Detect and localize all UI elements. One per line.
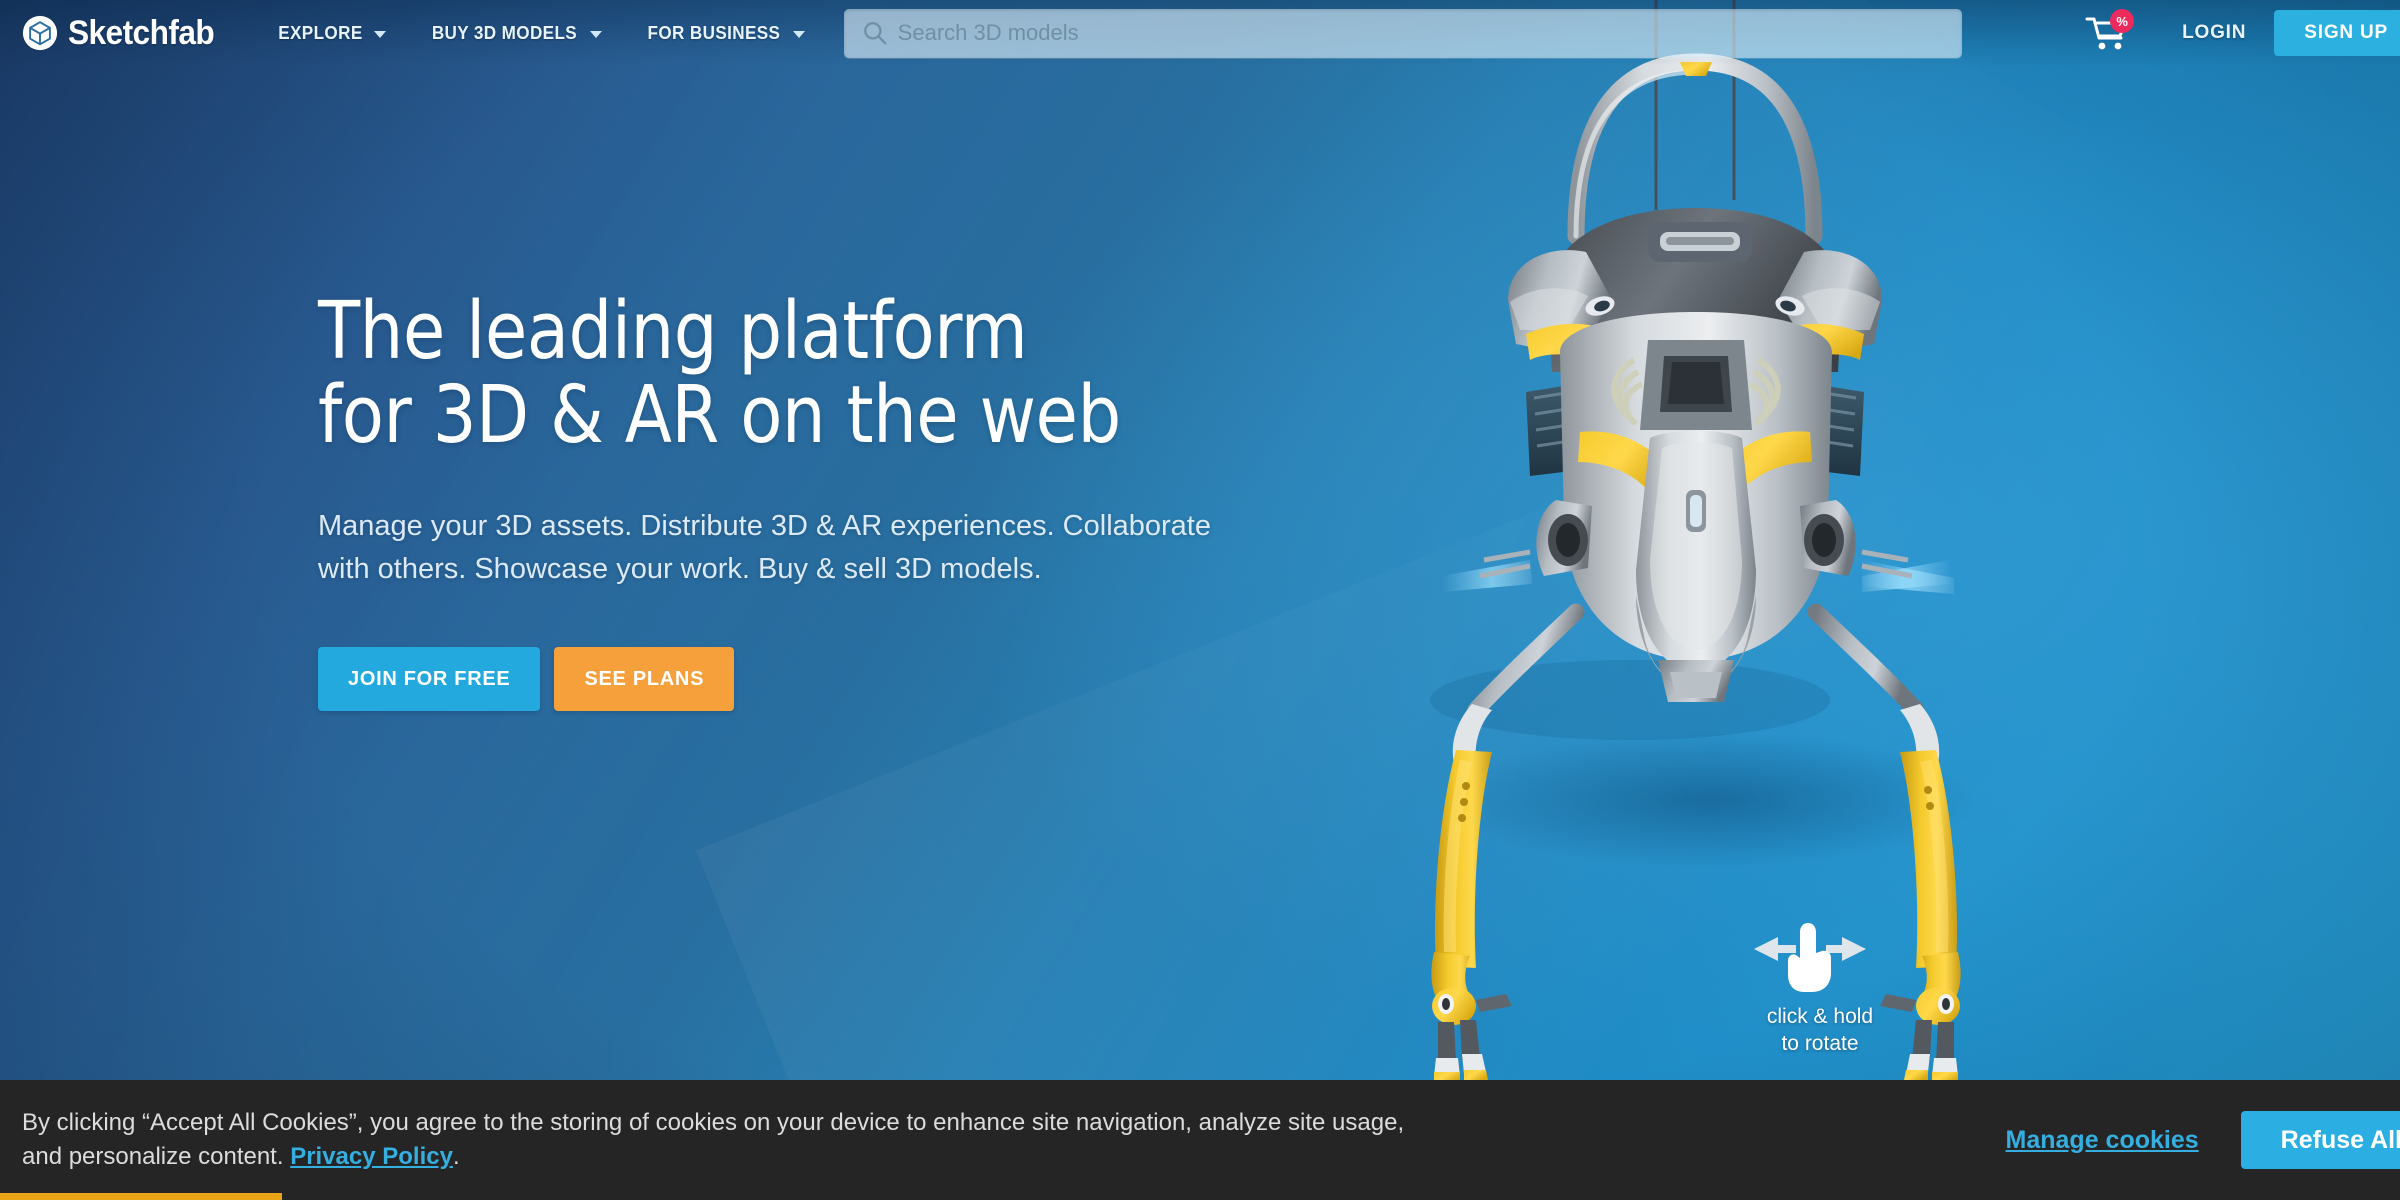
main-navigation: EXPLORE BUY 3D MODELS FOR BUSINESS: [255, 0, 826, 66]
cookie-banner-actions: Manage cookies Refuse All: [2006, 1111, 2400, 1169]
search-container: [843, 8, 1962, 58]
brand-wordmark: Sketchfab: [68, 14, 215, 52]
see-plans-button[interactable]: SEE PLANS: [554, 647, 735, 712]
logo-home-link[interactable]: Sketchfab: [22, 15, 225, 51]
page-title: The leading platform for 3D & AR on the …: [318, 285, 1121, 461]
chevron-down-icon: [589, 30, 602, 38]
privacy-policy-link[interactable]: Privacy Policy: [290, 1143, 453, 1170]
cube-in-circle-icon: [22, 15, 58, 51]
cookie-banner-accent-bar: [0, 1193, 282, 1200]
nav-label-buy-3d-models: BUY 3D MODELS: [431, 22, 578, 43]
hero-subtitle: Manage your 3D assets. Distribute 3D & A…: [318, 510, 1211, 586]
chevron-down-icon: [792, 30, 805, 38]
cookie-consent-text: By clicking “Accept All Cookies”, you ag…: [22, 1106, 1422, 1174]
cookie-consent-banner: By clicking “Accept All Cookies”, you ag…: [0, 1080, 2400, 1200]
cookie-text-body: By clicking “Accept All Cookies”, you ag…: [22, 1108, 1405, 1170]
cart-badge: %: [2110, 9, 2135, 33]
search-input[interactable]: [843, 8, 1962, 58]
signup-button[interactable]: SIGN UP: [2274, 10, 2400, 56]
site-header: Sketchfab EXPLORE BUY 3D MODELS FOR BUSI…: [0, 0, 2400, 66]
nav-item-buy-3d-models[interactable]: BUY 3D MODELS: [407, 0, 623, 66]
login-link[interactable]: LOGIN: [2160, 22, 2268, 44]
join-for-free-button[interactable]: JOIN FOR FREE: [318, 647, 541, 712]
header-actions: % LOGIN SIGN UP: [2056, 0, 2400, 66]
chevron-down-icon: [373, 30, 386, 38]
hero-cta-row: JOIN FOR FREE SEE PLANS: [318, 647, 1318, 712]
nav-label-explore: EXPLORE: [278, 22, 363, 43]
nav-item-for-business[interactable]: FOR BUSINESS: [623, 0, 826, 66]
hero-content: The leading platform for 3D & AR on the …: [318, 285, 1318, 712]
nav-item-explore[interactable]: EXPLORE: [255, 0, 407, 66]
cookie-text-tail: .: [452, 1143, 460, 1170]
manage-cookies-link[interactable]: Manage cookies: [2006, 1126, 2199, 1155]
refuse-all-button[interactable]: Refuse All: [2240, 1111, 2400, 1169]
nav-label-for-business: FOR BUSINESS: [647, 22, 781, 43]
cart-button[interactable]: %: [2084, 9, 2135, 53]
